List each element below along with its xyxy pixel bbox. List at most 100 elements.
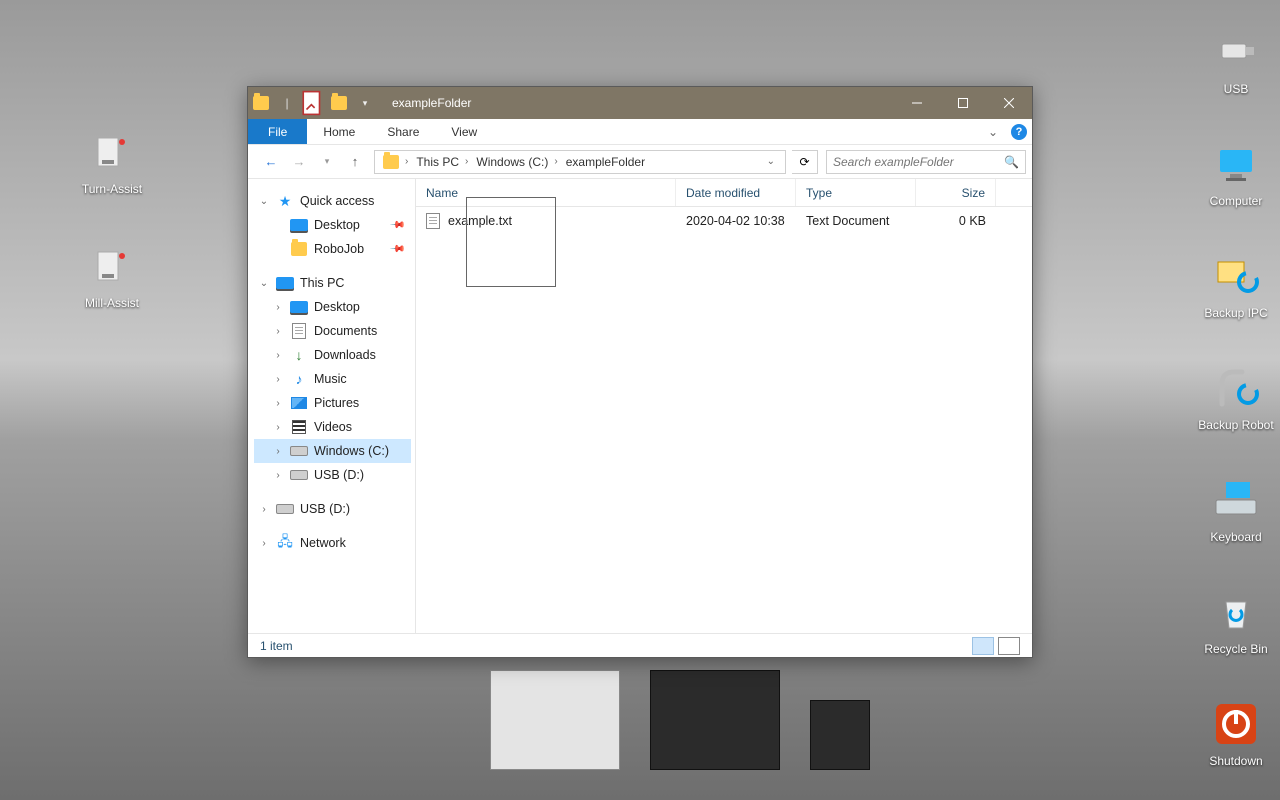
tree-item-d-drive[interactable]: ›USB (D:) xyxy=(254,463,411,487)
tree-label: Quick access xyxy=(300,194,374,208)
chevron-right-icon[interactable]: › xyxy=(272,326,284,337)
keyboard-icon xyxy=(1212,476,1260,524)
nav-back-button[interactable]: ← xyxy=(258,149,284,175)
search-box[interactable]: 🔍 xyxy=(826,150,1026,174)
tree-item-music[interactable]: ›♪Music xyxy=(254,367,411,391)
wallpaper-art xyxy=(440,650,920,770)
desktop-icon-label: Turn-Assist xyxy=(70,182,154,196)
chevron-right-icon[interactable]: › xyxy=(272,374,284,385)
desktop-icon-label: Recycle Bin xyxy=(1194,642,1278,656)
file-date: 2020-04-02 10:38 xyxy=(676,214,796,228)
maximize-button[interactable] xyxy=(940,87,986,119)
column-size[interactable]: Size xyxy=(916,179,996,206)
ribbon-tab-home[interactable]: Home xyxy=(307,119,371,144)
chevron-right-icon[interactable]: › xyxy=(272,470,284,481)
desktop-icon-recycle-bin[interactable]: Recycle Bin xyxy=(1194,588,1278,656)
desktop-icon-mill-assist[interactable]: Mill-Assist xyxy=(70,242,154,310)
view-large-icons-button[interactable] xyxy=(998,637,1020,655)
drive-icon xyxy=(290,466,308,484)
file-row[interactable]: example.txt2020-04-02 10:38Text Document… xyxy=(416,207,1032,235)
desktop-icon-backup-robot[interactable]: Backup Robot xyxy=(1194,364,1278,432)
quick-access-toolbar: | ▾ xyxy=(248,87,378,119)
address-bar-row: ← → ▾ ↑ › This PC› Windows (C:)› example… xyxy=(248,145,1032,179)
network-icon: 🖧 xyxy=(276,534,294,552)
minimize-button[interactable] xyxy=(894,87,940,119)
chevron-right-icon[interactable]: › xyxy=(272,302,284,313)
tree-this-pc[interactable]: ⌄ This PC xyxy=(254,271,411,295)
backup-ipc-icon xyxy=(1212,252,1260,300)
chevron-right-icon[interactable]: › xyxy=(272,446,284,457)
nav-forward-button[interactable]: → xyxy=(286,149,312,175)
column-headers[interactable]: Name Date modified Type Size xyxy=(416,179,1032,207)
tree-item-c-drive[interactable]: ›Windows (C:) xyxy=(254,439,411,463)
desktop: Turn-Assist Mill-Assist USB Computer Backup… xyxy=(0,0,1280,800)
desktop-icon-backup-ipc[interactable]: Backup IPC xyxy=(1194,252,1278,320)
ribbon-tab-file[interactable]: File xyxy=(248,119,307,144)
breadcrumb-root-icon[interactable]: › xyxy=(379,151,412,173)
tree-item-desktop[interactable]: Desktop📌 xyxy=(254,213,411,237)
folder-icon xyxy=(248,87,274,119)
usb-icon xyxy=(1212,28,1260,76)
tree-item-downloads[interactable]: ›↓Downloads xyxy=(254,343,411,367)
pin-icon: 📌 xyxy=(388,241,405,258)
column-name[interactable]: Name xyxy=(416,179,676,206)
tree-item-documents[interactable]: ›Documents xyxy=(254,319,411,343)
chevron-right-icon[interactable]: › xyxy=(258,504,270,515)
view-details-button[interactable] xyxy=(972,637,994,655)
properties-icon[interactable] xyxy=(300,87,326,119)
breadcrumb-seg-0[interactable]: This PC› xyxy=(412,151,472,173)
column-date[interactable]: Date modified xyxy=(676,179,796,206)
tree-label: USB (D:) xyxy=(300,502,350,516)
chevron-down-icon[interactable]: ⌄ xyxy=(258,196,270,207)
qat-dropdown-icon[interactable]: ▾ xyxy=(352,87,378,119)
titlebar[interactable]: | ▾ exampleFolder xyxy=(248,87,1032,119)
tree-label: Pictures xyxy=(314,396,359,410)
qat-separator: | xyxy=(274,87,300,119)
chevron-right-icon[interactable]: › xyxy=(272,422,284,433)
desktop-icon-label: Backup Robot xyxy=(1194,418,1278,432)
ribbon-tab-share[interactable]: Share xyxy=(371,119,435,144)
chevron-right-icon[interactable]: › xyxy=(258,538,270,549)
desktop-icon-label: Mill-Assist xyxy=(70,296,154,310)
close-button[interactable] xyxy=(986,87,1032,119)
search-input[interactable] xyxy=(833,155,1004,169)
tree-label: This PC xyxy=(300,276,344,290)
window-title: exampleFolder xyxy=(392,96,894,110)
tree-quick-access[interactable]: ⌄ ★ Quick access xyxy=(254,189,411,213)
refresh-button[interactable]: ⟳ xyxy=(792,150,818,174)
tree-item-pictures[interactable]: › Pictures xyxy=(254,391,411,415)
breadcrumb-seg-2[interactable]: exampleFolder xyxy=(562,151,649,173)
tree-item-videos[interactable]: › Videos xyxy=(254,415,411,439)
chevron-right-icon[interactable]: › xyxy=(272,398,284,409)
tree-item-robojob[interactable]: RoboJob 📌 xyxy=(254,237,411,261)
tree-label: Videos xyxy=(314,420,352,434)
new-folder-icon[interactable] xyxy=(326,87,352,119)
ribbon-tab-view[interactable]: View xyxy=(435,119,493,144)
tree-usb-d[interactable]: › USB (D:) xyxy=(254,497,411,521)
desktop-icon-shutdown[interactable]: Shutdown xyxy=(1194,700,1278,768)
breadcrumb-seg-1[interactable]: Windows (C:)› xyxy=(472,151,561,173)
status-bar: 1 item xyxy=(248,633,1032,657)
search-icon[interactable]: 🔍 xyxy=(1004,155,1019,169)
desktop-icon-computer[interactable]: Computer xyxy=(1194,140,1278,208)
column-type[interactable]: Type xyxy=(796,179,916,206)
desktop-icon-turn-assist[interactable]: Turn-Assist xyxy=(70,128,154,196)
breadcrumb-dropdown-icon[interactable]: ⌄ xyxy=(761,156,781,167)
nav-recent-dropdown[interactable]: ▾ xyxy=(314,149,340,175)
desktop-icon-usb[interactable]: USB xyxy=(1194,28,1278,96)
breadcrumb-bar[interactable]: › This PC› Windows (C:)› exampleFolder ⌄ xyxy=(374,150,786,174)
tree-item-desktop[interactable]: ›Desktop xyxy=(254,295,411,319)
chevron-right-icon[interactable]: › xyxy=(272,350,284,361)
desktop-icon-label: USB xyxy=(1194,82,1278,96)
ribbon-collapse-icon[interactable]: ⌄ xyxy=(980,119,1006,144)
picture-icon xyxy=(290,394,308,412)
computer-icon xyxy=(1212,140,1260,188)
desktop-icon-keyboard[interactable]: Keyboard xyxy=(1194,476,1278,544)
nav-up-button[interactable]: ↑ xyxy=(342,149,368,175)
tree-label: RoboJob xyxy=(314,242,364,256)
text-file-icon xyxy=(426,213,440,229)
tree-network[interactable]: › 🖧 Network xyxy=(254,531,411,555)
folder-icon xyxy=(290,240,308,258)
help-button[interactable]: ? xyxy=(1006,119,1032,144)
chevron-down-icon[interactable]: ⌄ xyxy=(258,278,270,289)
